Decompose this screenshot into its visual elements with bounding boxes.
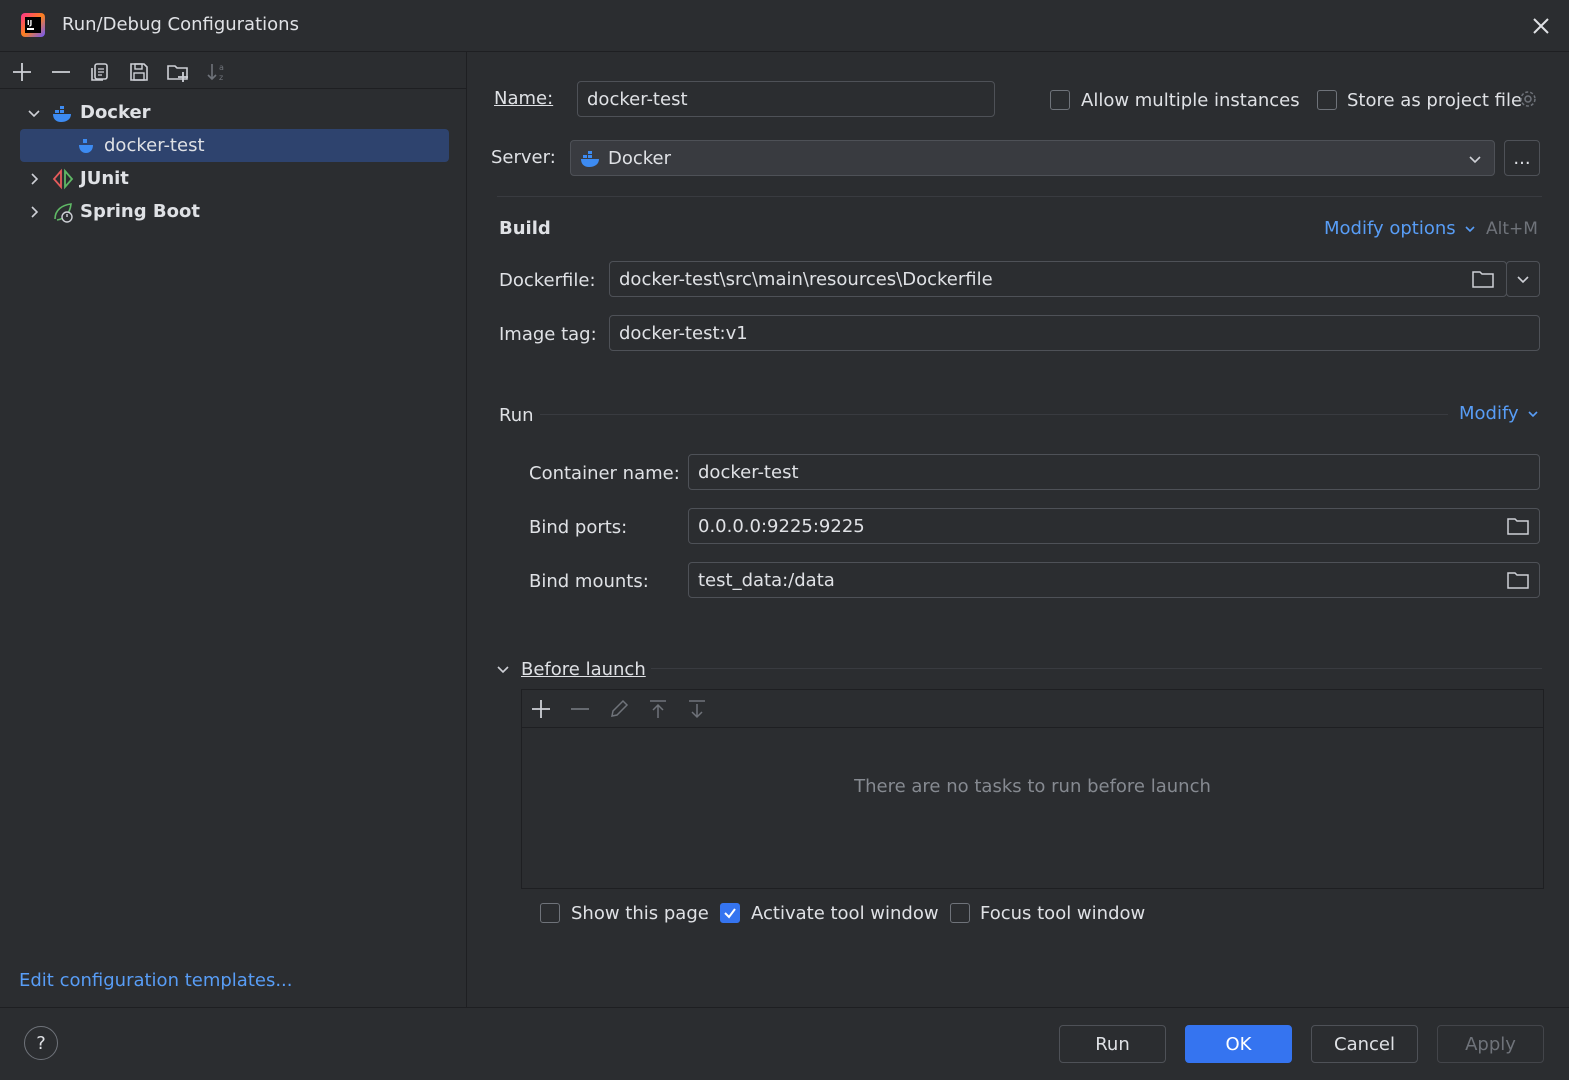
before-launch-toolbar	[521, 689, 1544, 728]
name-label: Name:	[494, 88, 554, 109]
dockerfile-input[interactable]: docker-test\src\main\resources\Dockerfil…	[609, 261, 1507, 297]
server-more-button[interactable]: ...	[1504, 140, 1540, 176]
modify-options-link[interactable]: Modify options	[1324, 218, 1478, 239]
apply-button[interactable]: Apply	[1437, 1025, 1544, 1063]
cancel-button[interactable]: Cancel	[1311, 1025, 1418, 1063]
move-up-icon[interactable]	[646, 697, 670, 721]
bind-ports-label: Bind ports:	[529, 517, 628, 538]
store-as-project-file-label: Store as project file	[1347, 90, 1523, 111]
before-launch-empty-text: There are no tasks to run before launch	[854, 776, 1211, 797]
folder-icon[interactable]	[1506, 515, 1530, 537]
run-button[interactable]: Run	[1059, 1025, 1166, 1063]
server-dropdown[interactable]: Docker	[570, 140, 1495, 176]
allow-multiple-instances-checkbox[interactable]	[1050, 90, 1070, 110]
remove-icon[interactable]	[568, 697, 592, 721]
ok-button[interactable]: OK	[1185, 1025, 1292, 1063]
store-as-project-file-checkbox[interactable]	[1317, 90, 1337, 110]
svg-text:IJ: IJ	[27, 19, 32, 27]
remove-icon[interactable]	[49, 60, 73, 84]
modify-options-shortcut: Alt+M	[1486, 219, 1538, 239]
folder-icon[interactable]	[1506, 569, 1530, 591]
tree-item-junit[interactable]: JUnit	[20, 162, 449, 195]
server-label: Server:	[491, 147, 556, 168]
folder-icon[interactable]	[1471, 268, 1495, 290]
svg-text:a: a	[219, 63, 224, 72]
focus-tool-window-checkbox[interactable]	[950, 903, 970, 923]
docker-icon	[580, 147, 602, 169]
close-icon[interactable]	[1530, 15, 1552, 37]
footer-divider	[0, 1007, 1569, 1008]
junit-icon	[52, 168, 74, 190]
tree-item-label: Docker	[80, 102, 151, 123]
activate-tool-window-label: Activate tool window	[751, 903, 939, 924]
server-value: Docker	[608, 147, 672, 169]
chevron-down-icon	[1465, 149, 1485, 169]
intellij-logo-icon: IJ	[20, 12, 46, 38]
docker-icon	[52, 102, 74, 124]
chevron-right-icon[interactable]	[24, 202, 44, 222]
add-icon[interactable]	[529, 697, 553, 721]
focus-tool-window-label: Focus tool window	[980, 903, 1146, 924]
chevron-down-icon[interactable]	[24, 103, 44, 123]
activate-tool-window-checkbox[interactable]	[720, 903, 740, 923]
new-folder-icon[interactable]	[166, 60, 190, 84]
toolbar-divider	[0, 88, 467, 89]
help-button[interactable]: ?	[24, 1026, 58, 1060]
allow-multiple-instances-label: Allow multiple instances	[1081, 90, 1300, 111]
run-modify-link[interactable]: Modify	[1459, 403, 1541, 424]
sort-alphabetically-icon[interactable]: az	[205, 60, 229, 84]
chevron-right-icon[interactable]	[24, 169, 44, 189]
build-section-title: Build	[499, 218, 551, 239]
dockerfile-history-dropdown[interactable]	[1506, 261, 1540, 297]
container-name-input[interactable]: docker-test	[688, 454, 1540, 490]
modify-label: Modify	[1459, 403, 1519, 424]
tree-item-label: docker-test	[104, 135, 205, 156]
chevron-down-icon	[1517, 276, 1529, 284]
tree-item-label: Spring Boot	[80, 201, 200, 222]
show-this-page-checkbox[interactable]	[540, 903, 560, 923]
gear-icon[interactable]	[1517, 88, 1539, 110]
tree-item-docker[interactable]: Docker	[20, 96, 449, 129]
image-tag-input[interactable]: docker-test:v1	[609, 315, 1540, 351]
save-icon[interactable]	[127, 60, 151, 84]
image-tag-label: Image tag:	[499, 324, 597, 345]
tree-item-label: JUnit	[80, 168, 129, 189]
dockerfile-label: Dockerfile:	[499, 270, 596, 291]
copy-icon[interactable]	[88, 60, 112, 84]
checkmark-icon	[724, 908, 736, 919]
show-this-page-label: Show this page	[571, 903, 709, 924]
bind-ports-input[interactable]: 0.0.0.0:9225:9225	[688, 508, 1540, 544]
name-input[interactable]: docker-test	[577, 81, 995, 117]
modify-options-label: Modify options	[1324, 218, 1456, 239]
chevron-down-icon	[1525, 406, 1541, 422]
container-name-label: Container name:	[529, 463, 680, 484]
edit-icon[interactable]	[607, 697, 631, 721]
move-down-icon[interactable]	[685, 697, 709, 721]
bind-mounts-label: Bind mounts:	[529, 571, 649, 592]
tree-item-spring-boot[interactable]: Spring Boot	[20, 195, 449, 228]
svg-text:z: z	[219, 73, 223, 82]
bind-mounts-input[interactable]: test_data:/data	[688, 562, 1540, 598]
divider	[651, 668, 1542, 669]
tree-item-docker-test[interactable]: docker-test	[20, 129, 449, 162]
spring-boot-icon	[52, 201, 74, 223]
chevron-down-icon[interactable]	[494, 660, 512, 678]
window-title: Run/Debug Configurations	[62, 14, 299, 35]
chevron-down-icon	[1462, 221, 1478, 237]
edit-configuration-templates-link[interactable]: Edit configuration templates...	[19, 970, 293, 991]
docker-icon	[76, 135, 98, 157]
before-launch-title[interactable]: Before launch	[521, 659, 646, 680]
divider	[540, 414, 1448, 415]
run-section-title: Run	[499, 405, 534, 426]
add-icon[interactable]	[10, 60, 34, 84]
divider	[497, 196, 1542, 197]
